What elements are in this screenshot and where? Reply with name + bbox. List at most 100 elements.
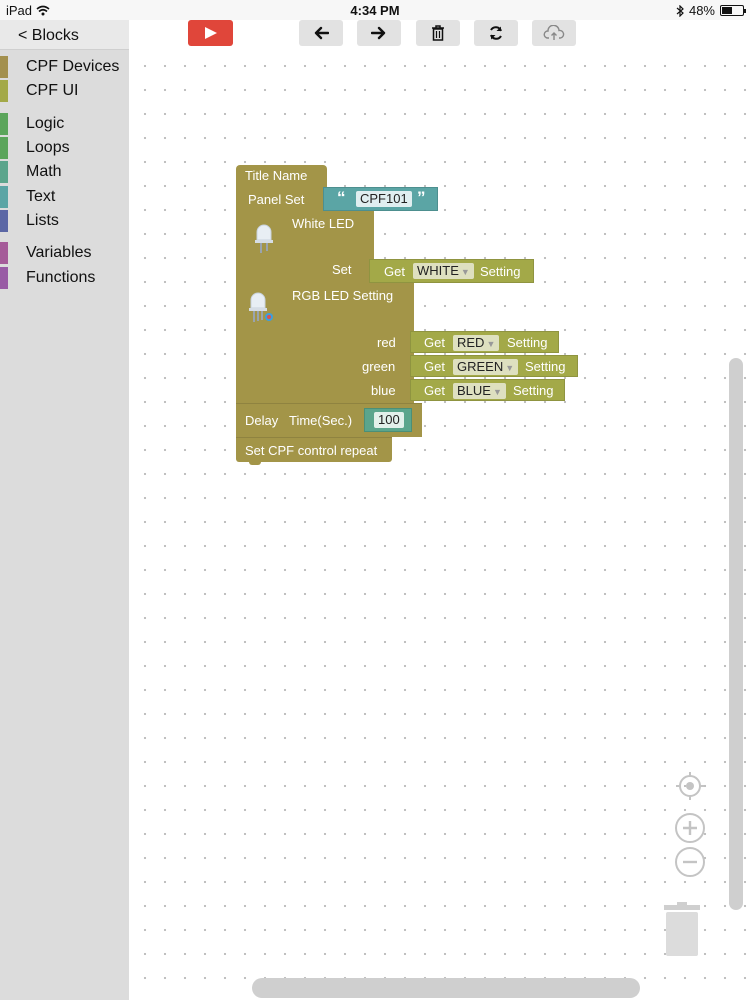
horizontal-scrollbar[interactable]: [252, 978, 640, 998]
category-text[interactable]: Text: [0, 186, 129, 208]
category-label: Text: [26, 188, 56, 205]
repeat-label: Set CPF control repeat: [245, 443, 378, 458]
dropdown-arrow-icon: ▼: [486, 339, 496, 349]
category-label: CPF Devices: [26, 58, 120, 75]
red-label: red: [377, 335, 396, 350]
category-cpf-ui[interactable]: CPF UI: [0, 80, 129, 102]
category-color: [0, 186, 8, 208]
get-label: Get: [424, 335, 445, 350]
redo-button[interactable]: [357, 20, 401, 46]
blocks-sidebar: < Blocks CPF Devices CPF UI Logic Loops …: [0, 20, 129, 1000]
quote-open-icon: “: [337, 188, 346, 207]
battery-icon: [720, 5, 746, 16]
blue-label: blue: [371, 383, 396, 398]
category-color: [0, 210, 8, 232]
get-label: Get: [384, 264, 405, 279]
panel-set-label: Panel Set: [248, 192, 305, 207]
category-label: Loops: [26, 139, 70, 156]
title-name-block[interactable]: Title Name Panel Set: [236, 165, 327, 211]
setting-label: Setting: [480, 264, 521, 279]
delete-button[interactable]: [416, 20, 460, 46]
dropdown-arrow-icon: ▼: [492, 387, 502, 397]
get-green-setting-block[interactable]: Get GREEN ▼ Setting: [410, 355, 578, 377]
get-blue-setting-block[interactable]: Get BLUE ▼ Setting: [410, 379, 565, 401]
setting-label: Setting: [507, 335, 548, 350]
rgb-led-bulb-icon: [249, 292, 273, 322]
delay-value-field[interactable]: 100: [374, 412, 404, 428]
green-dropdown[interactable]: GREEN ▼: [453, 359, 519, 375]
blocks-workspace[interactable]: [129, 48, 750, 1000]
battery-percent: 48%: [688, 3, 715, 18]
panel-text-block[interactable]: “ CPF101 ”: [323, 187, 438, 211]
status-bar: iPad 4:34 PM 48%: [0, 0, 750, 20]
recenter-icon[interactable]: [675, 771, 705, 801]
get-label: Get: [424, 383, 445, 398]
set-cpf-control-repeat-block[interactable]: Set CPF control repeat: [236, 437, 392, 462]
cloud-upload-icon: [543, 25, 565, 40]
category-color: [0, 80, 8, 102]
delay-number-block[interactable]: 100: [364, 408, 412, 432]
title-name-label: Title Name: [245, 168, 308, 183]
category-color: [0, 113, 8, 135]
get-red-setting-block[interactable]: Get RED ▼ Setting: [410, 331, 559, 353]
rgb-led-label: RGB LED Setting: [292, 288, 394, 303]
white-led-block[interactable]: White LED Set: [236, 211, 374, 283]
category-label: Lists: [26, 212, 59, 229]
category-label: Logic: [26, 115, 65, 132]
delay-time-label: Time(Sec.): [289, 413, 353, 428]
category-math[interactable]: Math: [0, 161, 129, 183]
get-white-setting-block[interactable]: Get WHITE ▼ Setting: [369, 259, 534, 283]
cloud-upload-button[interactable]: [532, 20, 576, 46]
get-label: Get: [424, 359, 445, 374]
white-led-label: White LED: [292, 216, 355, 231]
category-color: [0, 137, 8, 159]
refresh-icon: [490, 26, 502, 40]
delay-label: Delay: [245, 413, 279, 428]
dropdown-value: WHITE: [417, 263, 459, 278]
category-color: [0, 161, 8, 183]
category-label: Variables: [26, 244, 92, 261]
run-button[interactable]: [188, 20, 233, 46]
setting-label: Setting: [513, 383, 554, 398]
dropdown-value: GREEN: [457, 359, 504, 374]
category-cpf-devices[interactable]: CPF Devices: [0, 56, 129, 78]
category-functions[interactable]: Functions: [0, 267, 129, 289]
zoom-out-icon[interactable]: [674, 846, 706, 878]
led-bulb-icon: [255, 224, 273, 253]
category-lists[interactable]: Lists: [0, 210, 129, 232]
setting-label: Setting: [525, 359, 566, 374]
undo-button[interactable]: [299, 20, 343, 46]
dropdown-value: RED: [457, 335, 485, 350]
clock: 4:34 PM: [350, 3, 400, 18]
trash-icon: [432, 25, 444, 41]
quote-close-icon: ”: [417, 188, 426, 207]
block-bottom-notch: [249, 461, 261, 465]
category-variables[interactable]: Variables: [0, 242, 129, 264]
dropdown-value: BLUE: [457, 383, 491, 398]
arrow-right-icon: [371, 26, 386, 40]
blocks-back-button[interactable]: < Blocks: [0, 20, 129, 50]
category-label: CPF UI: [26, 82, 79, 99]
category-label: Math: [26, 163, 62, 180]
arrow-left-icon: [314, 26, 329, 40]
green-label: green: [362, 359, 396, 374]
blue-dropdown[interactable]: BLUE ▼: [453, 383, 506, 399]
play-icon: [204, 27, 217, 39]
dropdown-arrow-icon: ▼: [460, 267, 470, 277]
vertical-scrollbar[interactable]: [729, 358, 743, 910]
white-dropdown[interactable]: WHITE ▼: [413, 263, 474, 279]
workspace-trash-icon[interactable]: [661, 902, 703, 958]
red-dropdown[interactable]: RED ▼: [453, 335, 500, 351]
category-color: [0, 267, 8, 289]
category-loops[interactable]: Loops: [0, 137, 129, 159]
category-logic[interactable]: Logic: [0, 113, 129, 135]
bluetooth-icon: [676, 4, 684, 17]
category-color: [0, 242, 8, 264]
rgb-led-block[interactable]: RGB LED Setting red green blue: [236, 283, 414, 403]
refresh-button[interactable]: [474, 20, 518, 46]
category-color: [0, 56, 8, 78]
white-led-set-label: Set: [332, 262, 352, 277]
panel-text-field[interactable]: CPF101: [356, 191, 412, 207]
zoom-in-icon[interactable]: [674, 812, 706, 844]
dropdown-arrow-icon: ▼: [505, 363, 515, 373]
